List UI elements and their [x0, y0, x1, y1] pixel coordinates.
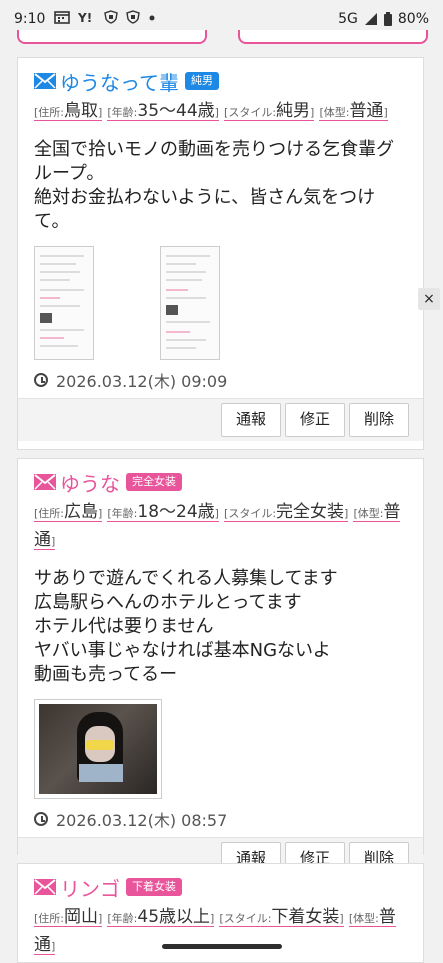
- attachment-thumbnails: [34, 246, 407, 360]
- yahoo-icon: Y!: [78, 11, 92, 24]
- category-badge: 下着女装: [126, 878, 182, 896]
- poster-name[interactable]: リンゴ: [60, 873, 120, 902]
- poster-name[interactable]: ゆうなって輩: [60, 67, 179, 96]
- attachment-thumbnail[interactable]: [34, 246, 94, 360]
- body-type-field: [体型:普通]: [319, 101, 388, 121]
- home-gesture-bar[interactable]: [162, 944, 282, 949]
- mail-icon: [34, 474, 56, 490]
- mail-icon: [34, 73, 56, 89]
- post-title-row: ゆうな 完全女装: [34, 468, 407, 497]
- post-date-text: 2026.03.12(木) 08:57: [56, 811, 228, 830]
- post-meta: [住所:鳥取] [年齢:35〜44歳] [スタイル:純男] [体型:普通]: [34, 98, 407, 126]
- report-button[interactable]: 通報: [220, 403, 281, 437]
- edit-button[interactable]: 修正: [284, 403, 345, 437]
- post-card: ゆうな 完全女装 [住所:広島] [年齢:18〜24歳] [スタイル:完全女装]…: [17, 458, 424, 880]
- top-tab-left[interactable]: [17, 30, 207, 44]
- battery-icon: [383, 12, 392, 26]
- residence-field: [住所:広島]: [34, 502, 103, 522]
- photo-image: [39, 704, 157, 794]
- post-date: 2026.03.12(木) 08:57: [34, 807, 407, 831]
- post-text: 全国で拾いモノの動画を売りつける乞食輩グループ。 絶対お金払わないように、皆さん…: [34, 139, 395, 232]
- status-time: 9:10: [14, 11, 46, 27]
- category-badge: 純男: [185, 72, 219, 90]
- residence-field: [住所:岡山]: [34, 907, 103, 927]
- close-ad-button[interactable]: ×: [418, 288, 440, 310]
- post-title-row: リンゴ 下着女装: [34, 873, 407, 902]
- post-photo[interactable]: [34, 699, 162, 799]
- clock-icon: [34, 812, 48, 826]
- post-text: サありで遊んでくれる人募集してます 広島駅らへんのホテルとってます ホテル代は要…: [34, 568, 338, 685]
- status-right: 5G 80%: [338, 11, 429, 27]
- post-card: ゆうなって輩 純男 [住所:鳥取] [年齢:35〜44歳] [スタイル:純男] …: [17, 57, 424, 450]
- post-meta: [住所:広島] [年齢:18〜24歳] [スタイル:完全女装] [体型:普通]: [34, 499, 407, 555]
- age-field: [年齢:18〜24歳]: [107, 502, 219, 522]
- style-field: [スタイル:純男]: [224, 101, 315, 121]
- delete-button[interactable]: 削除: [348, 403, 409, 437]
- notification-icons: Y!: [54, 10, 156, 24]
- shield-icon: [126, 10, 140, 24]
- svg-text:Y!: Y!: [78, 11, 92, 24]
- post-title-row: ゆうなって輩 純男: [34, 67, 407, 96]
- signal-icon: [364, 13, 377, 25]
- post-meta: [住所:岡山] [年齢:45歳以上] [スタイル:下着女装] [体型:普通]: [34, 904, 407, 960]
- top-tab-right[interactable]: [238, 30, 428, 44]
- clock-icon: [34, 373, 48, 387]
- attachment-thumbnail[interactable]: [160, 246, 220, 360]
- poster-name[interactable]: ゆうな: [60, 468, 120, 497]
- mail-icon: [34, 879, 56, 895]
- post-date: 2026.03.12(木) 09:09: [34, 368, 407, 392]
- more-notifications-dot-icon: [149, 15, 155, 21]
- age-field: [年齢:35〜44歳]: [107, 101, 219, 121]
- style-field: [スタイル:完全女装]: [224, 502, 349, 522]
- style-field: [スタイル:下着女装]: [219, 907, 344, 927]
- battery-percent: 80%: [397, 11, 429, 27]
- shield-icon: [104, 10, 118, 24]
- post-date-text: 2026.03.12(木) 09:09: [56, 372, 228, 391]
- residence-field: [住所:鳥取]: [34, 101, 103, 121]
- network-label: 5G: [338, 11, 358, 27]
- age-field: [年齢:45歳以上]: [107, 907, 215, 927]
- post-actions: 通報 修正 削除: [18, 398, 423, 441]
- calendar-icon: [54, 11, 70, 24]
- category-badge: 完全女装: [126, 473, 182, 491]
